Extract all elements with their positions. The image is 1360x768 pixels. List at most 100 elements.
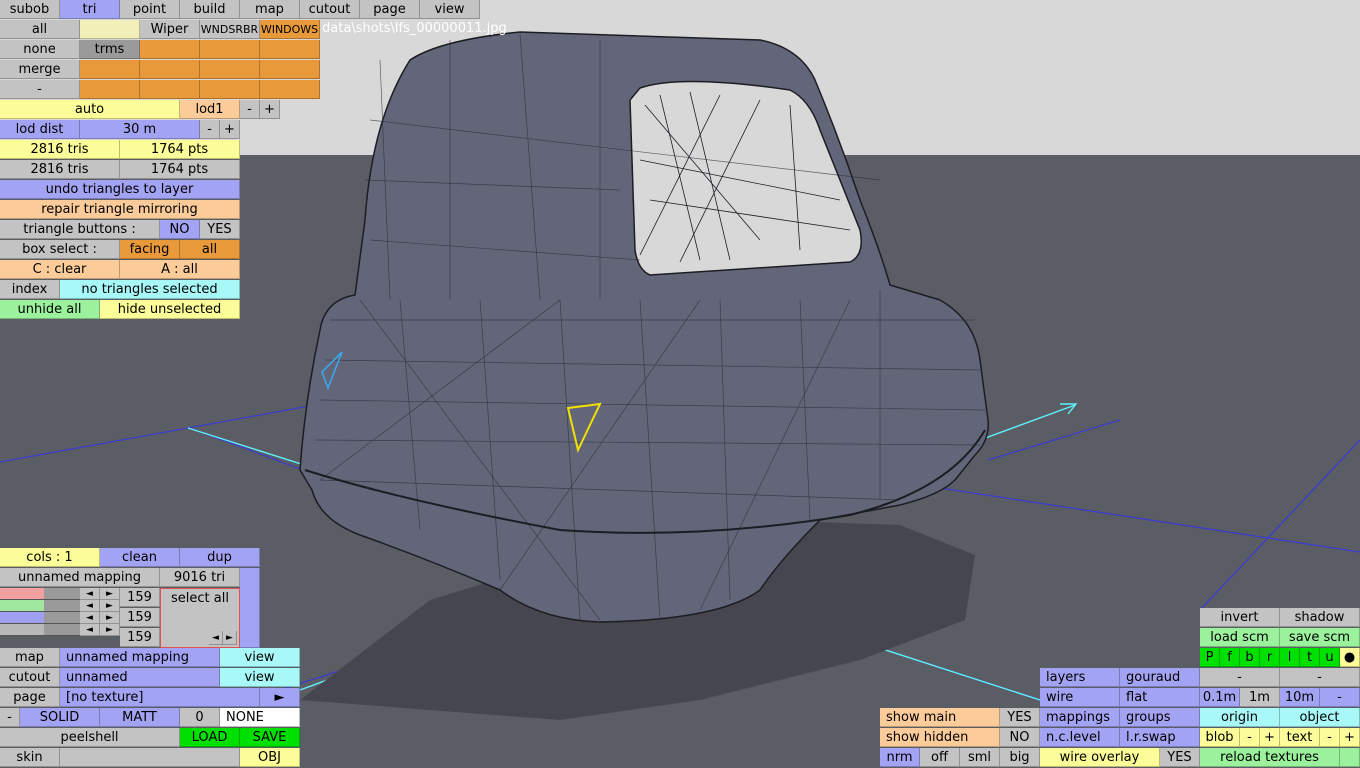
right-arrow-icon[interactable]: ►: [100, 588, 120, 600]
layer-slot-button[interactable]: [140, 40, 200, 59]
triangle-buttons-yes[interactable]: YES: [200, 220, 240, 239]
layer-slot-button[interactable]: [260, 80, 320, 99]
view-letter-2[interactable]: b: [1240, 648, 1260, 667]
lod-plus-button[interactable]: +: [260, 100, 280, 119]
dist-10m-button[interactable]: 10m: [1280, 688, 1320, 707]
tab-view[interactable]: view: [420, 0, 480, 19]
dash-button[interactable]: -: [1200, 668, 1280, 687]
trms-button[interactable]: trms: [80, 40, 140, 59]
blob-button[interactable]: blob: [1200, 728, 1240, 747]
box-select-all[interactable]: all: [180, 240, 240, 259]
right-arrow-icon[interactable]: ►: [100, 624, 120, 636]
left-arrow-icon[interactable]: ◄: [80, 600, 100, 612]
cutout-view-button[interactable]: view: [220, 668, 300, 687]
view-letter-6[interactable]: u: [1320, 648, 1340, 667]
layer-slot-button[interactable]: [140, 60, 200, 79]
clean-button[interactable]: clean: [100, 548, 180, 567]
dup-button[interactable]: dup: [180, 548, 260, 567]
off-button[interactable]: off: [920, 748, 960, 767]
layer-slot-button[interactable]: [200, 80, 260, 99]
color-slider[interactable]: [0, 624, 80, 636]
matt-button[interactable]: MATT: [100, 708, 180, 727]
obj-button[interactable]: OBJ: [240, 748, 300, 767]
tab-build[interactable]: build: [180, 0, 240, 19]
blob-minus-button[interactable]: -: [1240, 728, 1260, 747]
left-arrow-icon[interactable]: ◄: [80, 624, 100, 636]
dash-button[interactable]: -: [1280, 668, 1360, 687]
load-button[interactable]: LOAD: [180, 728, 240, 747]
groups-button[interactable]: groups: [1120, 708, 1200, 727]
big-button[interactable]: big: [1000, 748, 1040, 767]
layer-slot-button[interactable]: [80, 60, 140, 79]
mapping-name[interactable]: unnamed mapping: [0, 568, 160, 587]
view-letter-5[interactable]: t: [1300, 648, 1320, 667]
box-select-facing[interactable]: facing: [120, 240, 180, 259]
layer-slot-button[interactable]: [80, 80, 140, 99]
right-arrow-icon[interactable]: ►: [100, 600, 120, 612]
shadow-button[interactable]: shadow: [1280, 608, 1360, 627]
color-slider[interactable]: [0, 600, 80, 612]
color-slider[interactable]: [0, 612, 80, 624]
play-icon[interactable]: ►: [260, 688, 300, 707]
tab-tri[interactable]: tri: [60, 0, 120, 19]
layers-button[interactable]: layers: [1040, 668, 1120, 687]
text-plus-button[interactable]: +: [1340, 728, 1360, 747]
save-button[interactable]: SAVE: [240, 728, 300, 747]
solid-button[interactable]: SOLID: [20, 708, 100, 727]
view-letter-3[interactable]: r: [1260, 648, 1280, 667]
origin-button[interactable]: origin: [1200, 708, 1280, 727]
merge-button[interactable]: merge: [0, 60, 80, 79]
lod-dist-plus-button[interactable]: +: [220, 120, 240, 139]
prev-arrow-icon[interactable]: ◄: [209, 631, 223, 645]
peelshell-button[interactable]: peelshell: [0, 728, 180, 747]
left-arrow-icon[interactable]: ◄: [80, 588, 100, 600]
cutout-value[interactable]: unnamed: [60, 668, 220, 687]
select-all-button[interactable]: all: [0, 20, 80, 39]
layer-slot-button[interactable]: [260, 40, 320, 59]
hide-unselected-button[interactable]: hide unselected: [100, 300, 240, 319]
lod1-button[interactable]: lod1: [180, 100, 240, 119]
repair-mirroring-button[interactable]: repair triangle mirroring: [0, 200, 240, 219]
none-field[interactable]: NONE: [220, 708, 300, 727]
color-slider[interactable]: [0, 588, 80, 600]
load-scm-button[interactable]: load scm: [1200, 628, 1280, 647]
layer-slot-button[interactable]: [200, 40, 260, 59]
text-minus-button[interactable]: -: [1320, 728, 1340, 747]
lod-minus-button[interactable]: -: [240, 100, 260, 119]
tab-map[interactable]: map: [240, 0, 300, 19]
dist-0.1m-button[interactable]: 0.1m: [1200, 688, 1240, 707]
view-letter-4[interactable]: l: [1280, 648, 1300, 667]
lod-dist-value[interactable]: 30 m: [80, 120, 200, 139]
lod-dist-minus-button[interactable]: -: [200, 120, 220, 139]
object-button[interactable]: object: [1280, 708, 1360, 727]
clear-hint[interactable]: C : clear: [0, 260, 120, 279]
layer-slot-button[interactable]: [200, 60, 260, 79]
right-arrow-icon[interactable]: ►: [100, 612, 120, 624]
wndsrbr-layer-button[interactable]: WNDSRBR: [200, 20, 260, 39]
tab-subob[interactable]: subob: [0, 0, 60, 19]
mapping-scrollbar[interactable]: [240, 568, 260, 648]
show-main-toggle[interactable]: YES: [1000, 708, 1040, 727]
lr-swap-button[interactable]: l.r.swap: [1120, 728, 1200, 747]
next-arrow-icon[interactable]: ►: [223, 631, 237, 645]
tab-page[interactable]: page: [360, 0, 420, 19]
gouraud-button[interactable]: gouraud: [1120, 668, 1200, 687]
lod-auto-button[interactable]: auto: [0, 100, 180, 119]
nc-level-button[interactable]: n.c.level: [1040, 728, 1120, 747]
windows-layer-button[interactable]: WINDOWS: [260, 20, 320, 39]
view-letter-0[interactable]: P: [1200, 648, 1220, 667]
dist-minus-button[interactable]: -: [1320, 688, 1360, 707]
wire-overlay-toggle[interactable]: YES: [1160, 748, 1200, 767]
wire-button[interactable]: wire: [1040, 688, 1120, 707]
layer-slot-button[interactable]: [140, 80, 200, 99]
select-none-button[interactable]: none: [0, 40, 80, 59]
undo-triangles-button[interactable]: undo triangles to layer: [0, 180, 240, 199]
triangle-buttons-no[interactable]: NO: [160, 220, 200, 239]
map-view-button[interactable]: view: [220, 648, 300, 667]
view-letter-1[interactable]: f: [1220, 648, 1240, 667]
view-letter-7[interactable]: ●: [1340, 648, 1360, 667]
all-hint[interactable]: A : all: [120, 260, 240, 279]
minus-button[interactable]: -: [0, 708, 20, 727]
layer-slot-button[interactable]: [260, 60, 320, 79]
dist-1m-button[interactable]: 1m: [1240, 688, 1280, 707]
